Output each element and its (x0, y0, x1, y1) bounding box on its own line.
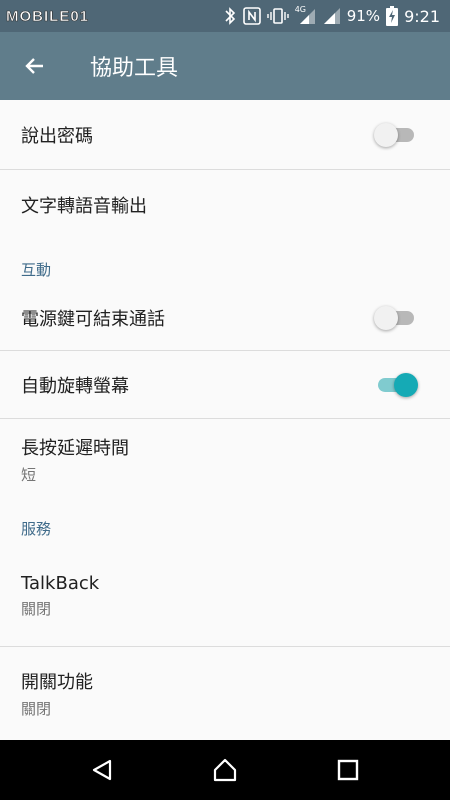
setting-long-press-delay[interactable]: 長按延遲時間 短 (0, 419, 450, 499)
setting-title: 自動旋轉螢幕 (21, 375, 129, 397)
setting-title: TalkBack (21, 572, 100, 594)
setting-speak-passwords[interactable]: 說出密碼 (0, 100, 450, 170)
section-header-services: 服務 (21, 520, 52, 538)
setting-value: 關閉 (21, 699, 52, 718)
setting-value: 關閉 (21, 599, 52, 618)
setting-auto-rotate[interactable]: 自動旋轉螢幕 (0, 351, 450, 419)
speak-passwords-toggle[interactable] (374, 122, 416, 147)
setting-power-ends-call[interactable]: 電源鍵可結束通話 (0, 286, 450, 351)
navigation-bar (0, 740, 450, 800)
page-title: 協助工具 (90, 56, 179, 81)
app-bar: 協助工具 (0, 32, 450, 100)
setting-title: 開關功能 (21, 671, 93, 693)
setting-title: 文字轉語音輸出 (21, 196, 147, 217)
setting-title: 長按延遲時間 (21, 437, 129, 459)
signal-4g: 4G (295, 5, 317, 25)
signal-icon (323, 8, 340, 24)
setting-tts-output[interactable]: 文字轉語音輸出 (0, 170, 450, 240)
signal-icon (299, 9, 315, 24)
back-button[interactable] (0, 32, 70, 100)
nav-recents-button[interactable] (318, 740, 378, 800)
arrow-left-icon (25, 58, 43, 74)
section-header-interaction: 互動 (21, 261, 52, 279)
home-icon (213, 758, 237, 782)
back-triangle-icon (92, 759, 111, 781)
recents-square-icon (338, 759, 359, 781)
nav-home-button[interactable] (195, 740, 255, 800)
setting-title: 電源鍵可結束通話 (21, 309, 165, 330)
bluetooth-icon (225, 7, 235, 25)
watermark-logo: MOBILE01 (6, 7, 90, 25)
nfc-icon (242, 7, 261, 25)
toggle-thumb (374, 122, 398, 147)
power-ends-call-toggle[interactable] (374, 306, 416, 330)
toggle-thumb (394, 372, 418, 397)
clock: 9:21 (404, 6, 440, 26)
setting-switch-access[interactable]: 開關功能 關閉 (0, 647, 450, 739)
settings-list: 說出密碼 文字轉語音輸出 互動 電源鍵可結束通話 自動旋轉螢幕 長按延遲時間 短… (0, 100, 450, 740)
toggle-thumb (374, 306, 398, 330)
setting-talkback[interactable]: TalkBack 關閉 (0, 545, 450, 647)
setting-title: 說出密碼 (21, 125, 93, 147)
vibrate-icon (267, 8, 289, 24)
battery-charging-icon (386, 6, 399, 26)
nav-back-button[interactable] (72, 740, 132, 800)
status-bar: MOBILE01 4G 91% 9:21 (0, 0, 450, 32)
status-icons: 4G 91% 9:21 (223, 5, 440, 26)
battery-percent: 91% (346, 7, 381, 25)
setting-value: 短 (21, 465, 37, 484)
auto-rotate-toggle[interactable] (376, 372, 418, 397)
